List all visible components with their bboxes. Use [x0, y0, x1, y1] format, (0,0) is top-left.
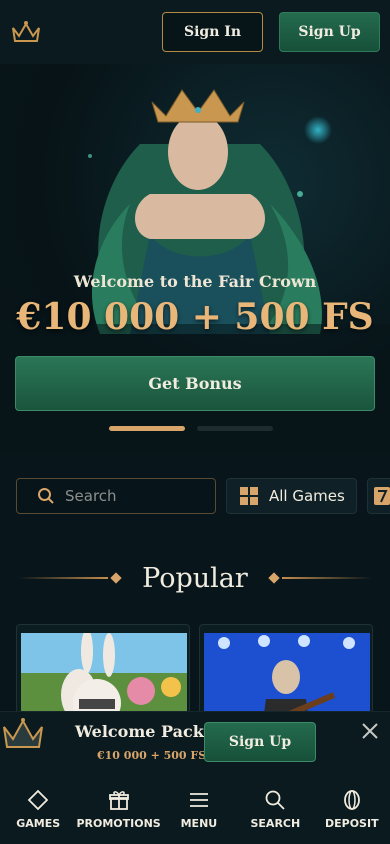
- seven-icon: [374, 487, 390, 505]
- diamond-ornament: [110, 572, 122, 584]
- auth-buttons: Sign In Sign Up: [162, 12, 380, 52]
- hero-banner[interactable]: Welcome to the Fair Crown €10 000 + 500 …: [0, 64, 390, 454]
- welcome-pack-title: Welcome Pack: [75, 722, 204, 741]
- hero-title: €10 000 + 500 FS: [16, 296, 374, 338]
- diamond-ornament: [268, 572, 280, 584]
- nav-menu[interactable]: MENU: [161, 773, 237, 844]
- nav-label: GAMES: [16, 817, 61, 830]
- bottom-nav: GAMES PROMOTIONS MENU SEARCH DEPOSIT: [0, 773, 390, 844]
- top-header: Sign In Sign Up: [0, 0, 390, 64]
- coin-icon: [343, 790, 360, 810]
- nav-promotions[interactable]: PROMOTIONS: [76, 773, 161, 844]
- nav-games[interactable]: GAMES: [0, 773, 76, 844]
- grid-icon: [240, 487, 258, 505]
- carousel-dot-active[interactable]: [109, 426, 185, 431]
- carousel-dot[interactable]: [197, 426, 273, 431]
- welcome-sign-up-button[interactable]: Sign Up: [204, 722, 316, 762]
- popular-section-header: Popular: [0, 558, 390, 598]
- divider: [281, 577, 372, 579]
- search-input[interactable]: Search: [16, 478, 216, 514]
- nav-deposit[interactable]: DEPOSIT: [314, 773, 390, 844]
- hero-subtitle: Welcome to the Fair Crown: [73, 272, 317, 291]
- crown-icon: [3, 718, 43, 748]
- divider: [18, 577, 109, 579]
- nav-label: SEARCH: [250, 817, 301, 830]
- gift-icon: [108, 791, 129, 810]
- category-chip[interactable]: [367, 478, 390, 514]
- search-row: Search All Games: [16, 478, 390, 514]
- crown-icon[interactable]: [10, 16, 42, 48]
- get-bonus-button[interactable]: Get Bonus: [15, 356, 375, 411]
- nav-label: DEPOSIT: [325, 817, 379, 830]
- search-icon: [265, 790, 285, 810]
- nav-search[interactable]: SEARCH: [237, 773, 313, 844]
- diamond-icon: [27, 789, 49, 811]
- search-icon: [38, 488, 54, 504]
- close-icon[interactable]: [360, 721, 380, 741]
- nav-label: MENU: [180, 817, 218, 830]
- all-games-button[interactable]: All Games: [226, 478, 357, 514]
- welcome-pack-amount: €10 000 + 500 FS: [97, 749, 207, 762]
- all-games-label: All Games: [269, 487, 345, 505]
- section-title: Popular: [142, 562, 248, 594]
- welcome-pack-banner: Welcome Pack €10 000 + 500 FS Sign Up: [0, 711, 390, 773]
- sign-in-button[interactable]: Sign In: [162, 12, 263, 52]
- sign-up-button[interactable]: Sign Up: [279, 12, 380, 52]
- search-placeholder: Search: [65, 487, 117, 505]
- hamburger-icon: [189, 793, 208, 807]
- nav-label: PROMOTIONS: [76, 817, 161, 830]
